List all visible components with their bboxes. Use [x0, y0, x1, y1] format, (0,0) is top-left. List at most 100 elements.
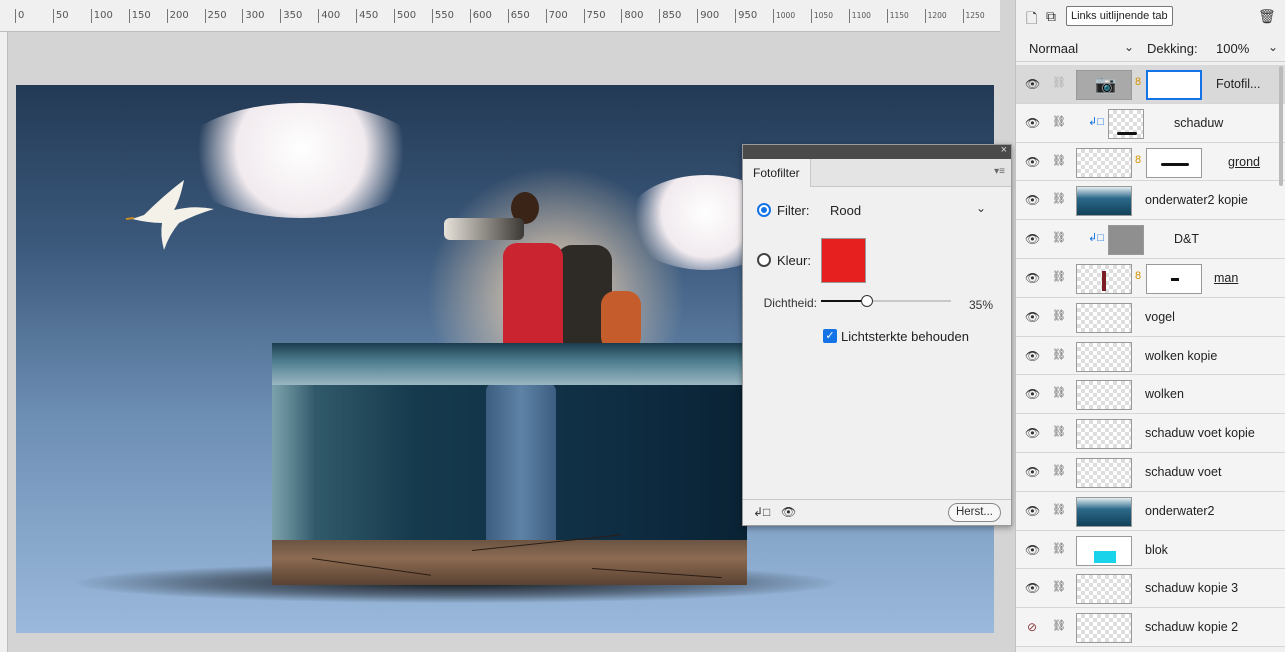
layer-thumbnail[interactable]	[1076, 419, 1132, 450]
eye-icon[interactable]: 👁	[1025, 310, 1040, 324]
layer-thumbnail[interactable]	[1076, 263, 1132, 294]
eye-icon[interactable]: 👁	[781, 505, 796, 519]
eye-icon[interactable]: 👁	[1025, 232, 1040, 246]
opacity-input[interactable]: 100%	[1216, 41, 1249, 56]
link-icon[interactable]: ⛓	[1052, 386, 1066, 399]
layer-mask-thumbnail[interactable]	[1146, 147, 1202, 178]
layer-thumbnail[interactable]	[1108, 108, 1144, 139]
layer-name[interactable]: schaduw kopie 3	[1145, 581, 1238, 595]
color-radio[interactable]	[757, 253, 771, 267]
duplicate-icon[interactable]: ⧉	[1046, 8, 1056, 25]
layer-row[interactable]: 👁 ⛓ 8 grond	[1016, 142, 1285, 182]
layer-name[interactable]: grond	[1228, 155, 1260, 169]
eye-icon[interactable]: 👁	[1025, 543, 1040, 557]
link-icon[interactable]: ⛓	[1052, 115, 1066, 128]
layer-name[interactable]: schaduw kopie 2	[1145, 620, 1238, 634]
link-icon[interactable]: ⛓	[1052, 580, 1066, 593]
layer-row[interactable]: 👁 ⛓ wolken kopie	[1016, 336, 1285, 376]
layer-name[interactable]: schaduw voet kopie	[1145, 426, 1255, 440]
tab-fotofilter[interactable]: Fotofilter	[743, 159, 811, 187]
clip-to-layer-icon[interactable]: ↲□	[753, 505, 770, 519]
layer-thumbnail[interactable]	[1076, 186, 1132, 217]
layer-name[interactable]: onderwater2 kopie	[1145, 193, 1248, 207]
preserve-luminosity-checkbox[interactable]: ✓	[823, 329, 837, 343]
chain-link-icon[interactable]: 8	[1135, 76, 1141, 88]
layer-row[interactable]: 👁 ⛓ onderwater2 kopie	[1016, 181, 1285, 221]
layer-row[interactable]: 👁 ⛓ wolken	[1016, 375, 1285, 415]
link-icon[interactable]: ⛓	[1052, 270, 1066, 283]
eye-icon[interactable]: 👁	[1025, 116, 1040, 130]
layer-thumbnail[interactable]	[1076, 574, 1132, 605]
eye-icon[interactable]: 👁	[1025, 271, 1040, 285]
filter-option[interactable]: Filter:	[757, 203, 810, 218]
link-icon[interactable]: ⛓	[1052, 503, 1066, 516]
layer-name[interactable]: blok	[1145, 543, 1168, 557]
link-icon[interactable]: ⛓	[1052, 348, 1066, 361]
eye-icon[interactable]: 👁	[1025, 465, 1040, 479]
layer-row[interactable]: 👁 ⛓ schaduw kopie 3	[1016, 569, 1285, 609]
link-icon[interactable]: ⛓	[1052, 76, 1066, 89]
link-icon[interactable]: ⛓	[1052, 542, 1066, 555]
layer-name[interactable]: Fotofil...	[1216, 77, 1260, 91]
link-icon[interactable]: ⛓	[1052, 154, 1066, 167]
link-icon[interactable]: ⛓	[1052, 192, 1066, 205]
layer-thumbnail[interactable]	[1076, 380, 1132, 411]
layers-scrollbar[interactable]	[1279, 66, 1283, 186]
layer-thumbnail[interactable]	[1076, 457, 1132, 488]
layer-row[interactable]: 👁 ⛓ 📷 8 Fotofil...	[1016, 65, 1285, 104]
eye-icon[interactable]: 👁	[1025, 77, 1040, 91]
layer-name[interactable]: vogel	[1145, 310, 1175, 324]
link-icon[interactable]: ⛓	[1052, 309, 1066, 322]
adjustment-thumbnail[interactable]: 📷	[1076, 70, 1132, 100]
layer-row[interactable]: 👁 ⛓ onderwater2	[1016, 491, 1285, 531]
layer-row[interactable]: 👁 ⛓ ↲□ D&T	[1016, 220, 1285, 259]
chevron-down-icon[interactable]: ⌄	[1124, 40, 1134, 54]
layer-row[interactable]: 👁 ⛓ vogel	[1016, 297, 1285, 337]
layer-name[interactable]: schaduw voet	[1145, 465, 1221, 479]
layer-row[interactable]: 👁 ⛓ schaduw voet kopie	[1016, 414, 1285, 453]
eye-hidden-icon[interactable]: ⊘	[1025, 620, 1039, 634]
trash-icon[interactable]: 🗑	[1258, 8, 1276, 25]
eye-icon[interactable]: 👁	[1025, 155, 1040, 169]
layer-thumbnail[interactable]	[1076, 496, 1132, 527]
layer-thumbnail[interactable]	[1076, 147, 1132, 178]
layer-row[interactable]: 👁 ⛓ ↲□ schaduw	[1016, 103, 1285, 143]
layer-name[interactable]: man	[1214, 271, 1238, 285]
horizontal-ruler[interactable]: 0 50 100 150 200 250 300 350 400 450 500 550 600 650 7…	[0, 0, 1000, 32]
layer-row[interactable]: 👁 ⛓ 8 man	[1016, 258, 1285, 298]
fotofilter-panel[interactable]: × Fotofilter ▾≡ Filter: Rood ⌄ Kleur: Di…	[742, 144, 1012, 526]
link-icon[interactable]: ⛓	[1052, 464, 1066, 477]
close-icon[interactable]: ×	[1001, 144, 1007, 156]
eye-icon[interactable]: 👁	[1025, 387, 1040, 401]
filter-select[interactable]: Rood	[830, 203, 861, 218]
density-slider-thumb[interactable]	[860, 295, 873, 307]
eye-icon[interactable]: 👁	[1025, 504, 1040, 518]
layer-name[interactable]: onderwater2	[1145, 504, 1215, 518]
layer-thumbnail[interactable]	[1076, 302, 1132, 333]
layer-name[interactable]: wolken kopie	[1145, 349, 1217, 363]
layer-mask-thumbnail[interactable]	[1146, 263, 1202, 294]
chevron-down-icon[interactable]: ⌄	[1268, 40, 1278, 54]
layer-thumbnail[interactable]	[1076, 341, 1132, 372]
layer-thumbnail[interactable]	[1108, 225, 1144, 256]
layer-name[interactable]: wolken	[1145, 387, 1184, 401]
eye-icon[interactable]: 👁	[1025, 193, 1040, 207]
color-swatch[interactable]	[821, 238, 866, 283]
chevron-down-icon[interactable]: ⌄	[976, 201, 986, 215]
layer-mask-thumbnail[interactable]	[1146, 70, 1202, 100]
layer-thumbnail[interactable]	[1076, 535, 1132, 566]
layer-row[interactable]: 👁 ⛓ schaduw voet	[1016, 452, 1285, 492]
color-option[interactable]: Kleur:	[757, 253, 811, 268]
blend-mode-select[interactable]: Normaal	[1029, 41, 1078, 56]
chain-link-icon[interactable]: 8	[1135, 154, 1141, 166]
layer-name[interactable]: schaduw	[1174, 116, 1223, 130]
link-icon[interactable]: ⛓	[1052, 425, 1066, 438]
layer-name[interactable]: D&T	[1174, 232, 1199, 246]
link-icon[interactable]: ⛓	[1052, 231, 1066, 244]
layer-thumbnail[interactable]	[1076, 613, 1132, 644]
eye-icon[interactable]: 👁	[1025, 349, 1040, 363]
eye-icon[interactable]: 👁	[1025, 426, 1040, 440]
density-slider[interactable]	[821, 295, 951, 307]
layers-panel[interactable]: 🗋 ⧉ Links uitlijnende tab 🗑 Normaal ⌄ De…	[1015, 0, 1285, 652]
panel-titlebar[interactable]: ×	[743, 144, 1011, 159]
